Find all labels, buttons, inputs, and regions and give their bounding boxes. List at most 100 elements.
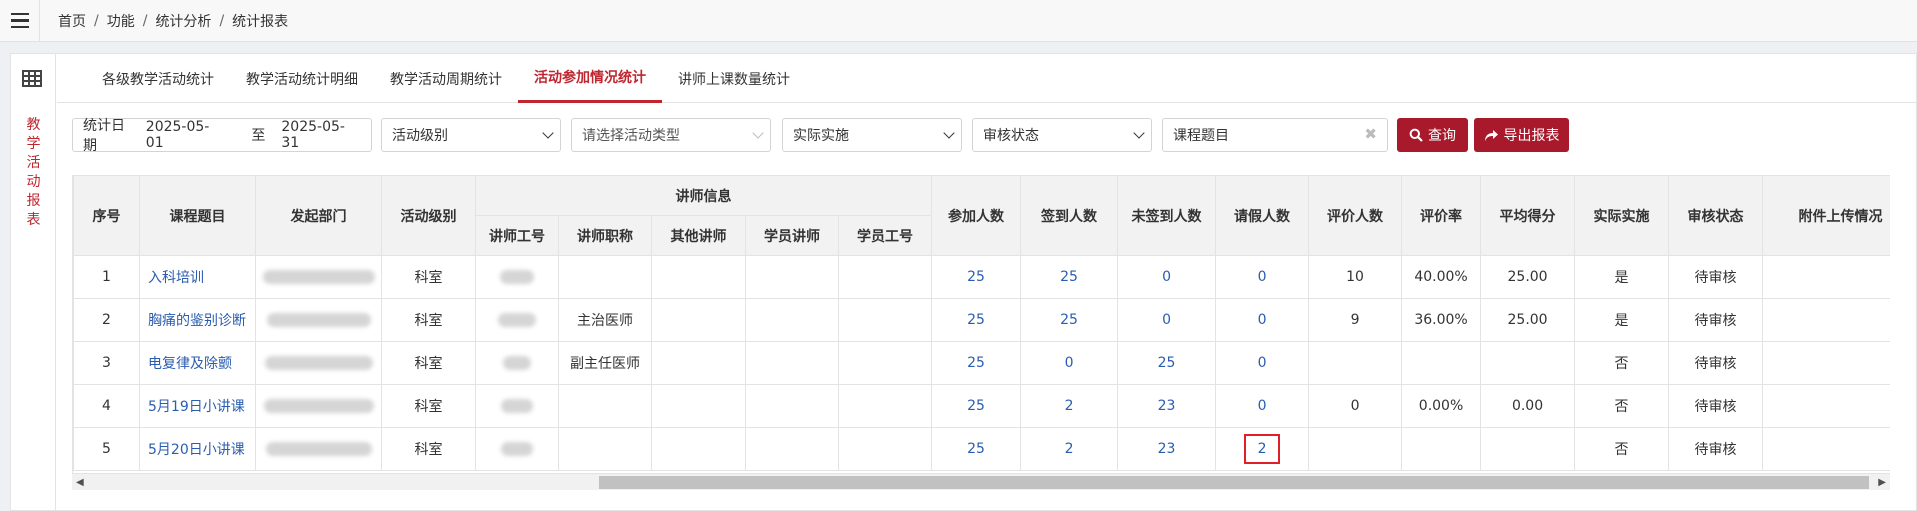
side-title-char: 学 (26, 136, 41, 152)
cell-eval-rate: 36.00% (1401, 298, 1482, 342)
cell-participants-link[interactable]: 25 (931, 384, 1022, 428)
cell-dept-blurred (255, 298, 382, 342)
cell-student-lecturer (745, 298, 839, 342)
header-lecturer-title: 讲师职称 (558, 215, 652, 256)
export-button[interactable]: 导出报表 (1474, 118, 1569, 152)
cell-unsigned-link[interactable]: 0 (1117, 298, 1217, 342)
cell-course-link[interactable]: 入科培训 (139, 255, 256, 299)
scroll-right-icon[interactable]: ▶ (1878, 477, 1886, 488)
actual-select[interactable]: 实际实施 (782, 118, 962, 152)
cell-unsigned-link[interactable]: 23 (1117, 384, 1217, 428)
breadcrumb-item[interactable]: 统计分析 (155, 11, 211, 31)
header-signed: 签到人数 (1020, 175, 1119, 256)
cell-student-lecturer (745, 255, 839, 299)
cell-leave-link[interactable]: 0 (1215, 255, 1310, 299)
header-lecturer-info: 讲师信息 (474, 175, 933, 216)
cell-course-link[interactable]: 5月19日小讲课 (139, 384, 256, 428)
cell-dept-blurred (255, 341, 382, 385)
cell-lecturer-id-blurred (475, 341, 559, 385)
cell-other-lecturer (651, 255, 746, 299)
header-seq: 序号 (73, 175, 140, 256)
cell-course-link[interactable]: 胸痛的鉴别诊断 (139, 298, 256, 342)
cell-audit-status: 待审核 (1668, 298, 1764, 342)
scroll-left-icon[interactable]: ◀ (76, 477, 84, 488)
cell-lecturer-title (558, 427, 652, 471)
audit-status-select[interactable]: 审核状态 (972, 118, 1152, 152)
header-lecturer-id: 讲师工号 (475, 215, 559, 256)
scrollbar-thumb[interactable] (599, 476, 1869, 489)
cell-attach (1762, 255, 1890, 299)
cell-eval-rate (1401, 427, 1482, 471)
audit-status-value: 审核状态 (983, 128, 1039, 144)
cell-evaluators: 9 (1308, 298, 1403, 342)
cell-leave-link[interactable]: 0 (1215, 384, 1310, 428)
cell-audit-status: 待审核 (1668, 255, 1764, 299)
highlighted-leave-count[interactable]: 2 (1244, 434, 1281, 464)
cell-leave-link[interactable]: 0 (1215, 298, 1310, 342)
header-attach: 附件上传情况 (1762, 175, 1890, 256)
date-end[interactable]: 2025-05-31 (281, 119, 361, 151)
query-button-label: 查询 (1428, 128, 1456, 144)
cell-unsigned-link[interactable]: 25 (1117, 341, 1217, 385)
tab-level-stats[interactable]: 各级教学活动统计 (86, 54, 230, 103)
cell-participants-link[interactable]: 25 (931, 341, 1022, 385)
table-row: 3 电复律及除颤 科室 副主任医师 25 0 25 0 否待审核 (73, 341, 1890, 385)
chevron-down-icon (752, 127, 764, 139)
tab-lecturer-count[interactable]: 讲师上课数量统计 (662, 54, 806, 103)
clear-icon[interactable]: ✖ (1364, 125, 1377, 143)
chevron-down-icon (542, 127, 554, 139)
cell-eval-rate: 40.00% (1401, 255, 1482, 299)
cell-level: 科室 (381, 341, 476, 385)
header-student-id: 学员工号 (837, 215, 933, 256)
cell-evaluators: 10 (1308, 255, 1403, 299)
cell-attach (1762, 384, 1890, 428)
cell-dept-blurred (255, 384, 382, 428)
cell-unsigned-link[interactable]: 0 (1117, 255, 1217, 299)
cell-actual: 否 (1574, 427, 1670, 471)
query-button[interactable]: 查询 (1397, 118, 1468, 152)
stats-table: 序号 课程题目 发起部门 活动级别 讲师信息 参加人数 签到人数 未签到人数 请… (73, 175, 1890, 471)
cell-signed-link[interactable]: 25 (1020, 255, 1119, 299)
cell-student-id (837, 341, 933, 385)
horizontal-scrollbar[interactable]: ◀ ▶ (72, 473, 1890, 490)
cell-lecturer-id-blurred (475, 255, 559, 299)
side-title-char: 教 (26, 117, 41, 133)
table-row: 5 5月20日小讲课 科室 25 2 23 2 否待审核 (73, 427, 1890, 471)
cell-leave-link[interactable]: 0 (1215, 341, 1310, 385)
cell-participants-link[interactable]: 25 (931, 427, 1022, 471)
cell-signed-link[interactable]: 25 (1020, 298, 1119, 342)
breadcrumb: 首页 / 功能 / 统计分析 / 统计报表 (58, 11, 289, 31)
menu-toggle-icon[interactable] (0, 0, 40, 42)
activity-level-value: 活动级别 (392, 128, 448, 144)
cell-course-link[interactable]: 5月20日小讲课 (139, 427, 256, 471)
date-range-field[interactable]: 统计日期 2025-05-01 至 2025-05-31 (72, 118, 372, 154)
tab-period[interactable]: 教学活动周期统计 (374, 54, 518, 103)
date-start[interactable]: 2025-05-01 (146, 119, 226, 151)
cell-other-lecturer (651, 384, 746, 428)
tab-participation[interactable]: 活动参加情况统计 (518, 54, 662, 103)
tab-detail[interactable]: 教学活动统计明细 (230, 54, 374, 103)
cell-student-id (837, 298, 933, 342)
table-row: 4 5月19日小讲课 科室 25 2 23 0 0 0.00% 0.00 否待审核 (73, 384, 1890, 428)
cell-level: 科室 (381, 384, 476, 428)
course-title-placeholder: 课程题目 (1173, 128, 1229, 144)
activity-type-select[interactable]: 请选择活动类型 (571, 118, 771, 152)
cell-level: 科室 (381, 427, 476, 471)
cell-signed-link[interactable]: 0 (1020, 341, 1119, 385)
cell-signed-link[interactable]: 2 (1020, 427, 1119, 471)
header-audit: 审核状态 (1668, 175, 1764, 256)
cell-unsigned-link[interactable]: 23 (1117, 427, 1217, 471)
course-title-input[interactable]: 课程题目 ✖ (1162, 118, 1388, 152)
search-icon (1409, 128, 1423, 142)
cell-participants-link[interactable]: 25 (931, 255, 1022, 299)
table-row: 1 入科培训 科室 25 25 0 0 10 40.00% 25.00 是待审核 (73, 255, 1890, 299)
breadcrumb-item[interactable]: 首页 (58, 11, 86, 31)
cell-participants-link[interactable]: 25 (931, 298, 1022, 342)
breadcrumb-item[interactable]: 功能 (107, 11, 135, 31)
activity-level-select[interactable]: 活动级别 (381, 118, 561, 152)
cell-student-lecturer (745, 341, 839, 385)
cell-signed-link[interactable]: 2 (1020, 384, 1119, 428)
cell-leave-highlighted[interactable]: 2 (1215, 427, 1310, 471)
cell-course-link[interactable]: 电复律及除颤 (139, 341, 256, 385)
activity-type-value: 请选择活动类型 (582, 128, 680, 144)
